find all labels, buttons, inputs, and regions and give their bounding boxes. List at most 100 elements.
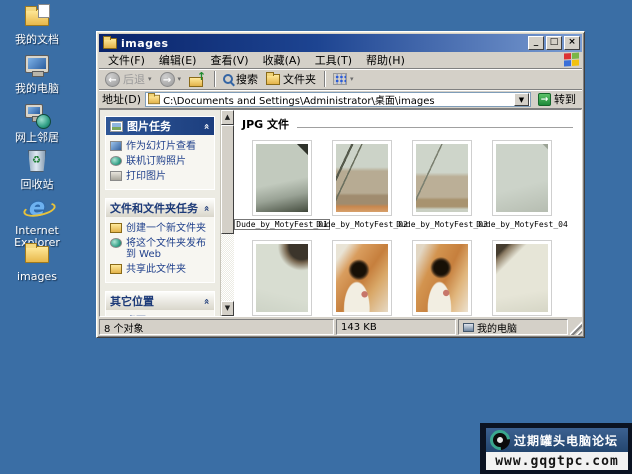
thumbnail-image <box>336 144 388 212</box>
scroll-thumb[interactable] <box>221 125 234 235</box>
address-dropdown-button[interactable]: ▼ <box>514 92 529 106</box>
slideshow-icon <box>110 141 122 151</box>
thumbnail-image <box>256 144 308 212</box>
task-new-folder[interactable]: 创建一个新文件夹 <box>109 221 211 236</box>
address-path: C:\Documents and Settings\Administrator\… <box>163 95 435 107</box>
windows-logo-icon <box>564 52 580 67</box>
address-bar: 地址(D) C:\Documents and Settings\Administ… <box>99 90 582 109</box>
views-button[interactable]: ▾ <box>330 72 357 86</box>
forward-dropdown-icon[interactable]: ▾ <box>178 75 182 83</box>
place-desktop[interactable]: 桌面 <box>109 314 211 316</box>
go-arrow-icon: → <box>538 92 551 106</box>
thumbnail-grid: Dude_by_MotyFest_01 Dude_by_MotyFest_02 … <box>234 140 573 316</box>
panel-header[interactable]: 图片任务 » <box>106 117 214 135</box>
thumbnail-image <box>336 244 388 312</box>
scroll-down-button[interactable]: ▼ <box>221 301 234 316</box>
menu-favorites[interactable]: 收藏(A) <box>256 51 308 69</box>
title-bar[interactable]: images _ □ × <box>99 34 582 52</box>
search-icon <box>223 74 234 84</box>
thumbnail-frame <box>492 240 552 316</box>
print-icon <box>110 171 122 181</box>
group-divider <box>297 126 573 128</box>
chevron-up-icon[interactable]: » <box>201 123 212 129</box>
watermark-url: www.gqgtpc.com <box>486 452 628 470</box>
forward-icon: → <box>159 71 175 87</box>
file-item[interactable]: Dude_by_MotyFest_03 <box>396 140 488 230</box>
back-button[interactable]: ← 后退 ▾ <box>102 70 155 88</box>
address-input[interactable]: C:\Documents and Settings\Administrator\… <box>145 91 531 107</box>
scroll-track[interactable] <box>221 125 234 301</box>
task-pane-scrollbar[interactable]: ▲ ▼ <box>220 110 234 316</box>
menu-help[interactable]: 帮助(H) <box>359 51 412 69</box>
desktop-icon-label: 我的电脑 <box>15 82 59 95</box>
file-item[interactable]: Dude_by_MotyFest_04 <box>476 140 568 230</box>
task-publish-web[interactable]: 将这个文件夹发布到 Web <box>109 236 211 262</box>
back-dropdown-icon[interactable]: ▾ <box>148 75 152 83</box>
folders-button[interactable]: 文件夹 <box>263 70 319 88</box>
forward-button[interactable]: → ▾ <box>157 71 185 88</box>
task-view-slideshow[interactable]: 作为幻灯片查看 <box>109 139 211 154</box>
task-share-folder[interactable]: 共享此文件夹 <box>109 262 211 277</box>
share-folder-icon <box>110 264 122 274</box>
chevron-up-icon[interactable]: » <box>201 205 212 211</box>
file-name: Dude_by_MotyFest_04 <box>476 220 568 229</box>
thumbnail-frame <box>332 240 392 316</box>
menu-tools[interactable]: 工具(T) <box>308 51 359 69</box>
menu-edit[interactable]: 编辑(E) <box>152 51 204 69</box>
menu-bar: 文件(F) 编辑(E) 查看(V) 收藏(A) 工具(T) 帮助(H) <box>99 52 582 69</box>
desktop-icon-network-places[interactable]: 网上邻居 <box>4 101 70 144</box>
desktop-icon-images-folder[interactable]: images <box>4 240 70 283</box>
minimize-button[interactable]: _ <box>528 36 544 50</box>
file-item[interactable]: Dude_by_MotyFest_02 <box>316 140 408 230</box>
toolbar-separator <box>324 71 326 87</box>
folders-icon <box>266 71 281 85</box>
thumbnail-image <box>496 144 548 212</box>
up-button[interactable]: ↑ <box>186 70 209 88</box>
panel-header[interactable]: 文件和文件夹任务 » <box>106 199 214 217</box>
recycle-bin-icon <box>22 148 52 176</box>
thumbnail-frame <box>332 140 392 216</box>
watermark-title-row: 过期罐头电脑论坛 <box>485 425 628 455</box>
file-item[interactable]: Dude_by_MotyFest_01 <box>234 140 330 230</box>
explorer-body: 图片任务 » 作为幻灯片查看 联机订购照片 打印图片 文件和文件夹任务 » 创建… <box>99 109 582 317</box>
menu-view[interactable]: 查看(V) <box>203 51 255 69</box>
watermark-title: 过期罐头电脑论坛 <box>514 433 619 448</box>
maximize-button[interactable]: □ <box>546 36 562 50</box>
resize-grip[interactable] <box>570 319 582 335</box>
desktop-icon-my-computer[interactable]: 我的电脑 <box>4 52 70 95</box>
my-computer-icon <box>22 52 52 80</box>
chevron-up-icon[interactable]: » <box>201 298 212 304</box>
order-prints-icon <box>110 156 122 166</box>
watermark: 过期罐头电脑论坛 www.gqgtpc.com <box>480 423 632 474</box>
desktop-icon-recycle-bin[interactable]: 回收站 <box>4 148 70 191</box>
menu-file[interactable]: 文件(F) <box>101 51 152 69</box>
close-button[interactable]: × <box>564 36 580 50</box>
scroll-up-button[interactable]: ▲ <box>221 110 234 125</box>
desktop-icon-label: images <box>17 270 57 283</box>
file-item[interactable]: Dude_by_MotyFest_08 <box>482 240 562 316</box>
status-bar: 8 个对象 143 KB 我的电脑 <box>99 319 582 335</box>
task-order-prints[interactable]: 联机订购照片 <box>109 154 211 169</box>
toolbar-separator <box>214 71 216 87</box>
address-label: 地址(D) <box>102 93 142 106</box>
desktop-icon-my-documents[interactable]: 我的文档 <box>4 3 70 46</box>
folder-icon <box>22 240 52 268</box>
task-print-pictures[interactable]: 打印图片 <box>109 169 211 184</box>
forum-logo-icon <box>485 425 515 455</box>
up-folder-icon: ↑ <box>189 70 206 87</box>
back-icon: ← <box>105 71 120 87</box>
group-title: JPG 文件 <box>242 118 290 131</box>
panel-header[interactable]: 其它位置 » <box>106 292 214 310</box>
file-item[interactable]: Dude_by_MotyFest_07 <box>402 240 482 316</box>
my-computer-icon <box>463 322 474 332</box>
publish-web-icon <box>110 238 122 248</box>
explorer-window: images _ □ × 文件(F) 编辑(E) 查看(V) 收藏(A) 工具(… <box>96 31 585 338</box>
panel-other-places: 其它位置 » 桌面 图片收藏 我的电脑 <box>105 291 215 316</box>
window-title: images <box>121 36 169 50</box>
search-button[interactable]: 搜索 <box>220 70 261 88</box>
go-button[interactable]: → 转到 <box>535 91 579 107</box>
group-header: JPG 文件 <box>242 116 573 132</box>
file-item[interactable]: Dude_by_MotyFest_06 <box>322 240 402 316</box>
file-list-area: JPG 文件 Dude_by_MotyFest_01 Dude_by_MotyF… <box>234 110 581 316</box>
file-item[interactable]: Dude_by_MotyFest_05 <box>242 240 322 316</box>
